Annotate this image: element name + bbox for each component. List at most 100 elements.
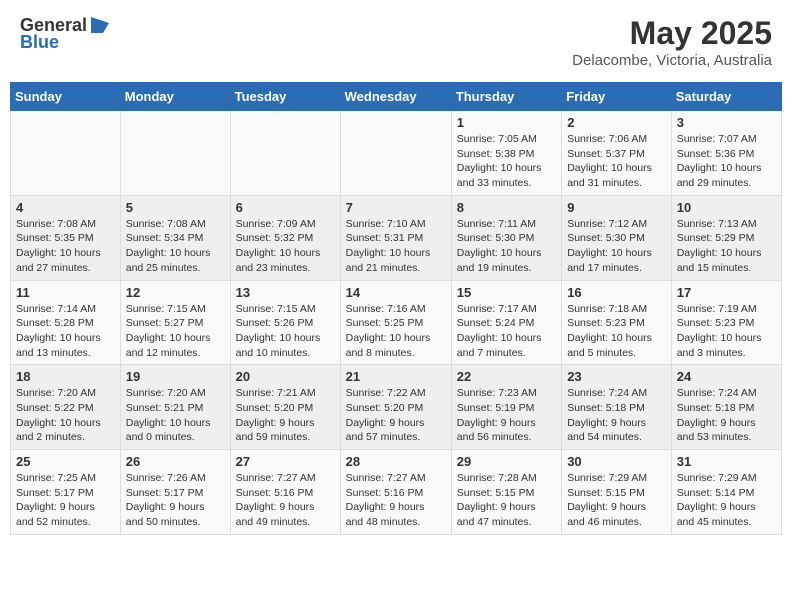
calendar-cell: 9 Sunrise: 7:12 AM Sunset: 5:30 PM Daylig…	[562, 195, 672, 280]
day-info: Sunrise: 7:16 AM Sunset: 5:25 PM Dayligh…	[346, 302, 446, 361]
day-info: Sunrise: 7:27 AM Sunset: 5:16 PM Dayligh…	[346, 471, 446, 530]
day-number: 4	[16, 200, 115, 215]
logo: General Blue	[20, 15, 111, 53]
day-info: Sunrise: 7:07 AM Sunset: 5:36 PM Dayligh…	[677, 132, 776, 191]
calendar-cell: 28 Sunrise: 7:27 AM Sunset: 5:16 PM Dayli…	[340, 450, 451, 535]
day-number: 2	[567, 115, 666, 130]
day-number: 11	[16, 285, 115, 300]
calendar-cell	[120, 111, 230, 196]
day-info: Sunrise: 7:20 AM Sunset: 5:22 PM Dayligh…	[16, 386, 115, 445]
calendar-cell	[230, 111, 340, 196]
calendar-week-row: 11 Sunrise: 7:14 AM Sunset: 5:28 PM Dayli…	[11, 280, 782, 365]
day-number: 6	[236, 200, 335, 215]
calendar-cell: 23 Sunrise: 7:24 AM Sunset: 5:18 PM Dayli…	[562, 365, 672, 450]
day-number: 7	[346, 200, 446, 215]
day-info: Sunrise: 7:24 AM Sunset: 5:18 PM Dayligh…	[677, 386, 776, 445]
day-number: 14	[346, 285, 446, 300]
day-number: 15	[457, 285, 556, 300]
calendar-cell: 4Sunrise: 7:08 AM Sunset: 5:35 PM Daylig…	[11, 195, 121, 280]
calendar-cell: 18 Sunrise: 7:20 AM Sunset: 5:22 PM Dayli…	[11, 365, 121, 450]
day-info: Sunrise: 7:29 AM Sunset: 5:14 PM Dayligh…	[677, 471, 776, 530]
day-number: 28	[346, 454, 446, 469]
day-number: 27	[236, 454, 335, 469]
day-number: 1	[457, 115, 556, 130]
day-number: 13	[236, 285, 335, 300]
day-info: Sunrise: 7:15 AM Sunset: 5:26 PM Dayligh…	[236, 302, 335, 361]
day-number: 21	[346, 369, 446, 384]
day-info: Sunrise: 7:24 AM Sunset: 5:18 PM Dayligh…	[567, 386, 666, 445]
calendar-cell: 31 Sunrise: 7:29 AM Sunset: 5:14 PM Dayli…	[671, 450, 781, 535]
day-number: 5	[126, 200, 225, 215]
day-info: Sunrise: 7:10 AM Sunset: 5:31 PM Dayligh…	[346, 217, 446, 276]
day-info: Sunrise: 7:17 AM Sunset: 5:24 PM Dayligh…	[457, 302, 556, 361]
calendar-cell: 3 Sunrise: 7:07 AM Sunset: 5:36 PM Daylig…	[671, 111, 781, 196]
weekday-header-friday: Friday	[562, 83, 672, 111]
day-info: Sunrise: 7:19 AM Sunset: 5:23 PM Dayligh…	[677, 302, 776, 361]
calendar-week-row: 18 Sunrise: 7:20 AM Sunset: 5:22 PM Dayli…	[11, 365, 782, 450]
calendar-table: SundayMondayTuesdayWednesdayThursdayFrid…	[10, 82, 782, 535]
day-number: 29	[457, 454, 556, 469]
day-info: Sunrise: 7:06 AM Sunset: 5:37 PM Dayligh…	[567, 132, 666, 191]
calendar-cell: 1Sunrise: 7:05 AM Sunset: 5:38 PM Daylig…	[451, 111, 561, 196]
logo-blue-text: Blue	[20, 32, 59, 53]
day-number: 20	[236, 369, 335, 384]
day-number: 22	[457, 369, 556, 384]
calendar-cell: 27 Sunrise: 7:27 AM Sunset: 5:16 PM Dayli…	[230, 450, 340, 535]
title-block: May 2025 Delacombe, Victoria, Australia	[572, 15, 772, 69]
calendar-cell: 20 Sunrise: 7:21 AM Sunset: 5:20 PM Dayli…	[230, 365, 340, 450]
day-number: 9	[567, 200, 666, 215]
day-info: Sunrise: 7:29 AM Sunset: 5:15 PM Dayligh…	[567, 471, 666, 530]
logo-triangle-icon	[89, 15, 111, 33]
calendar-cell: 21Sunrise: 7:22 AM Sunset: 5:20 PM Dayli…	[340, 365, 451, 450]
day-number: 30	[567, 454, 666, 469]
day-info: Sunrise: 7:28 AM Sunset: 5:15 PM Dayligh…	[457, 471, 556, 530]
day-info: Sunrise: 7:18 AM Sunset: 5:23 PM Dayligh…	[567, 302, 666, 361]
calendar-cell: 10Sunrise: 7:13 AM Sunset: 5:29 PM Dayli…	[671, 195, 781, 280]
calendar-cell: 14 Sunrise: 7:16 AM Sunset: 5:25 PM Dayli…	[340, 280, 451, 365]
calendar-cell: 24 Sunrise: 7:24 AM Sunset: 5:18 PM Dayli…	[671, 365, 781, 450]
calendar-cell: 25Sunrise: 7:25 AM Sunset: 5:17 PM Dayli…	[11, 450, 121, 535]
day-number: 31	[677, 454, 776, 469]
calendar-cell: 6 Sunrise: 7:09 AM Sunset: 5:32 PM Daylig…	[230, 195, 340, 280]
day-number: 12	[126, 285, 225, 300]
calendar-cell: 13 Sunrise: 7:15 AM Sunset: 5:26 PM Dayli…	[230, 280, 340, 365]
page-header: General Blue May 2025 Delacombe, Victori…	[10, 10, 782, 74]
calendar-cell: 7 Sunrise: 7:10 AM Sunset: 5:31 PM Daylig…	[340, 195, 451, 280]
calendar-week-row: 25Sunrise: 7:25 AM Sunset: 5:17 PM Dayli…	[11, 450, 782, 535]
day-number: 3	[677, 115, 776, 130]
day-number: 24	[677, 369, 776, 384]
weekday-header-sunday: Sunday	[11, 83, 121, 111]
calendar-week-row: 1Sunrise: 7:05 AM Sunset: 5:38 PM Daylig…	[11, 111, 782, 196]
day-info: Sunrise: 7:09 AM Sunset: 5:32 PM Dayligh…	[236, 217, 335, 276]
day-info: Sunrise: 7:26 AM Sunset: 5:17 PM Dayligh…	[126, 471, 225, 530]
day-info: Sunrise: 7:21 AM Sunset: 5:20 PM Dayligh…	[236, 386, 335, 445]
day-number: 18	[16, 369, 115, 384]
calendar-cell: 8Sunrise: 7:11 AM Sunset: 5:30 PM Daylig…	[451, 195, 561, 280]
calendar-cell: 11 Sunrise: 7:14 AM Sunset: 5:28 PM Dayli…	[11, 280, 121, 365]
day-info: Sunrise: 7:15 AM Sunset: 5:27 PM Dayligh…	[126, 302, 225, 361]
day-info: Sunrise: 7:25 AM Sunset: 5:17 PM Dayligh…	[16, 471, 115, 530]
weekday-header-saturday: Saturday	[671, 83, 781, 111]
day-info: Sunrise: 7:14 AM Sunset: 5:28 PM Dayligh…	[16, 302, 115, 361]
weekday-header-wednesday: Wednesday	[340, 83, 451, 111]
day-number: 17	[677, 285, 776, 300]
day-info: Sunrise: 7:27 AM Sunset: 5:16 PM Dayligh…	[236, 471, 335, 530]
day-info: Sunrise: 7:08 AM Sunset: 5:34 PM Dayligh…	[126, 217, 225, 276]
calendar-cell: 30 Sunrise: 7:29 AM Sunset: 5:15 PM Dayli…	[562, 450, 672, 535]
calendar-cell: 26Sunrise: 7:26 AM Sunset: 5:17 PM Dayli…	[120, 450, 230, 535]
calendar-title: May 2025	[572, 15, 772, 52]
day-info: Sunrise: 7:11 AM Sunset: 5:30 PM Dayligh…	[457, 217, 556, 276]
calendar-cell: 22Sunrise: 7:23 AM Sunset: 5:19 PM Dayli…	[451, 365, 561, 450]
weekday-header-monday: Monday	[120, 83, 230, 111]
calendar-week-row: 4Sunrise: 7:08 AM Sunset: 5:35 PM Daylig…	[11, 195, 782, 280]
calendar-cell: 5 Sunrise: 7:08 AM Sunset: 5:34 PM Daylig…	[120, 195, 230, 280]
day-number: 23	[567, 369, 666, 384]
weekday-header-tuesday: Tuesday	[230, 83, 340, 111]
calendar-cell: 17 Sunrise: 7:19 AM Sunset: 5:23 PM Dayli…	[671, 280, 781, 365]
day-number: 10	[677, 200, 776, 215]
calendar-header-row: SundayMondayTuesdayWednesdayThursdayFrid…	[11, 83, 782, 111]
calendar-cell: 12 Sunrise: 7:15 AM Sunset: 5:27 PM Dayli…	[120, 280, 230, 365]
calendar-cell: 15 Sunrise: 7:17 AM Sunset: 5:24 PM Dayli…	[451, 280, 561, 365]
calendar-cell: 16Sunrise: 7:18 AM Sunset: 5:23 PM Dayli…	[562, 280, 672, 365]
day-info: Sunrise: 7:12 AM Sunset: 5:30 PM Dayligh…	[567, 217, 666, 276]
